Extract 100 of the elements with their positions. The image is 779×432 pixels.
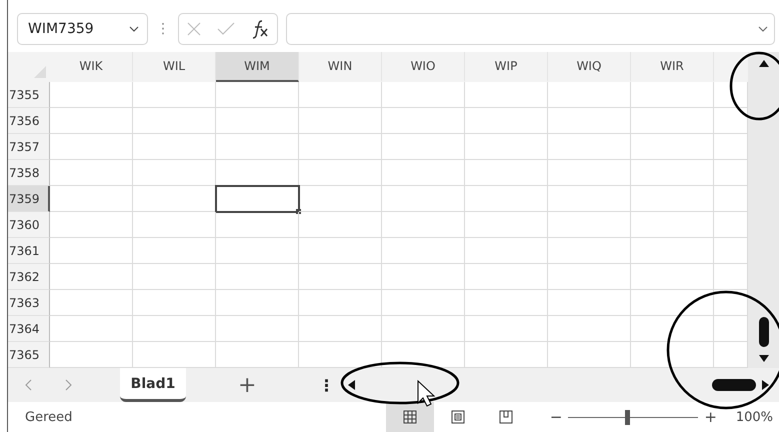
table-cell[interactable] xyxy=(299,290,382,316)
table-cell[interactable] xyxy=(631,264,714,290)
scroll-up-icon[interactable] xyxy=(758,60,768,67)
table-cell[interactable] xyxy=(382,264,465,290)
table-cell[interactable] xyxy=(382,108,465,134)
table-cell[interactable] xyxy=(548,82,631,108)
more-button[interactable]: ⋮ xyxy=(318,376,334,394)
row-header[interactable]: 7355 xyxy=(8,82,50,108)
row-header[interactable]: 7364 xyxy=(8,316,50,342)
column-header[interactable]: WIM xyxy=(216,52,299,82)
table-cell[interactable] xyxy=(382,238,465,264)
row-header[interactable]: 7362 xyxy=(8,264,50,290)
table-cell[interactable] xyxy=(133,134,216,160)
table-cell[interactable] xyxy=(548,108,631,134)
table-cell[interactable] xyxy=(133,264,216,290)
table-cell[interactable] xyxy=(382,290,465,316)
column-header[interactable]: WIP xyxy=(465,52,548,82)
table-cell[interactable] xyxy=(382,212,465,238)
table-cell[interactable] xyxy=(50,290,133,316)
table-cell[interactable] xyxy=(133,212,216,238)
table-cell[interactable] xyxy=(50,134,133,160)
table-cell[interactable] xyxy=(548,186,631,212)
scroll-down-icon[interactable] xyxy=(758,355,768,362)
column-header[interactable]: WIN xyxy=(299,52,382,82)
table-cell[interactable] xyxy=(299,134,382,160)
table-cell[interactable] xyxy=(465,290,548,316)
table-cell[interactable] xyxy=(631,82,714,108)
table-cell[interactable] xyxy=(299,108,382,134)
table-cell[interactable] xyxy=(548,160,631,186)
table-cell[interactable] xyxy=(465,82,548,108)
table-cell[interactable] xyxy=(299,82,382,108)
table-cell[interactable] xyxy=(465,264,548,290)
table-cell[interactable] xyxy=(299,160,382,186)
scroll-thumb[interactable] xyxy=(758,317,768,347)
table-cell[interactable] xyxy=(216,290,299,316)
zoom-thumb[interactable] xyxy=(624,410,630,424)
table-cell[interactable] xyxy=(631,238,714,264)
table-cell[interactable] xyxy=(465,186,548,212)
table-cell[interactable] xyxy=(631,316,714,342)
table-cell[interactable] xyxy=(631,134,714,160)
table-cell[interactable] xyxy=(548,238,631,264)
table-cell[interactable] xyxy=(133,316,216,342)
table-cell[interactable] xyxy=(382,82,465,108)
table-cell[interactable] xyxy=(216,264,299,290)
table-cell[interactable] xyxy=(299,212,382,238)
table-cell[interactable] xyxy=(133,108,216,134)
row-header[interactable]: 7356 xyxy=(8,108,50,134)
next-sheet-icon[interactable] xyxy=(64,378,72,390)
table-cell[interactable] xyxy=(631,290,714,316)
table-cell[interactable] xyxy=(50,264,133,290)
table-cell[interactable] xyxy=(133,290,216,316)
view-button[interactable] xyxy=(386,402,434,432)
table-cell[interactable] xyxy=(299,238,382,264)
table-cell[interactable] xyxy=(548,134,631,160)
table-cell[interactable] xyxy=(548,290,631,316)
table-cell[interactable] xyxy=(299,186,382,212)
table-cell[interactable] xyxy=(50,82,133,108)
table-cell[interactable] xyxy=(465,134,548,160)
table-cell[interactable] xyxy=(548,316,631,342)
vertical-scrollbar[interactable] xyxy=(748,52,779,368)
add-sheet-button[interactable]: + xyxy=(238,372,256,398)
table-cell[interactable] xyxy=(50,108,133,134)
row-header[interactable]: 7357 xyxy=(8,134,50,160)
table-cell[interactable] xyxy=(50,316,133,342)
column-header[interactable]: WIK xyxy=(50,52,133,82)
sheet-tab[interactable]: Blad1 xyxy=(120,368,186,402)
table-cell[interactable] xyxy=(133,82,216,108)
row-header[interactable]: 7363 xyxy=(8,290,50,316)
table-cell[interactable] xyxy=(50,238,133,264)
column-header[interactable]: WIR xyxy=(631,52,714,82)
table-cell[interactable] xyxy=(216,82,299,108)
table-cell[interactable] xyxy=(216,316,299,342)
horizontal-scroll-thumb[interactable] xyxy=(712,379,756,391)
row-header[interactable]: 7365 xyxy=(8,342,50,368)
name-box[interactable]: WIM7359 xyxy=(17,13,148,45)
table-cell[interactable] xyxy=(465,212,548,238)
active-cell[interactable] xyxy=(216,186,299,212)
scroll-right-icon[interactable] xyxy=(762,380,769,390)
table-cell[interactable] xyxy=(465,160,548,186)
table-cell[interactable] xyxy=(50,160,133,186)
table-cell[interactable] xyxy=(548,212,631,238)
table-cell[interactable] xyxy=(631,160,714,186)
table-cell[interactable] xyxy=(299,316,382,342)
table-cell[interactable] xyxy=(382,316,465,342)
table-cell[interactable] xyxy=(216,134,299,160)
row-header[interactable]: 7359 xyxy=(8,186,50,212)
table-cell[interactable] xyxy=(382,160,465,186)
table-cell[interactable] xyxy=(631,186,714,212)
table-cell[interactable] xyxy=(133,160,216,186)
previous-sheet-icon[interactable] xyxy=(24,378,32,390)
scroll-left-icon[interactable] xyxy=(348,380,356,390)
table-cell[interactable] xyxy=(465,316,548,342)
table-cell[interactable] xyxy=(631,108,714,134)
cancel-icon[interactable] xyxy=(186,21,202,37)
check-icon[interactable] xyxy=(216,22,235,36)
table-cell[interactable] xyxy=(50,212,133,238)
column-header[interactable]: WIQ xyxy=(548,52,631,82)
row-header[interactable]: 7358 xyxy=(8,160,50,186)
column-header[interactable]: WIO xyxy=(382,52,465,82)
row-header[interactable]: 7360 xyxy=(8,212,50,238)
